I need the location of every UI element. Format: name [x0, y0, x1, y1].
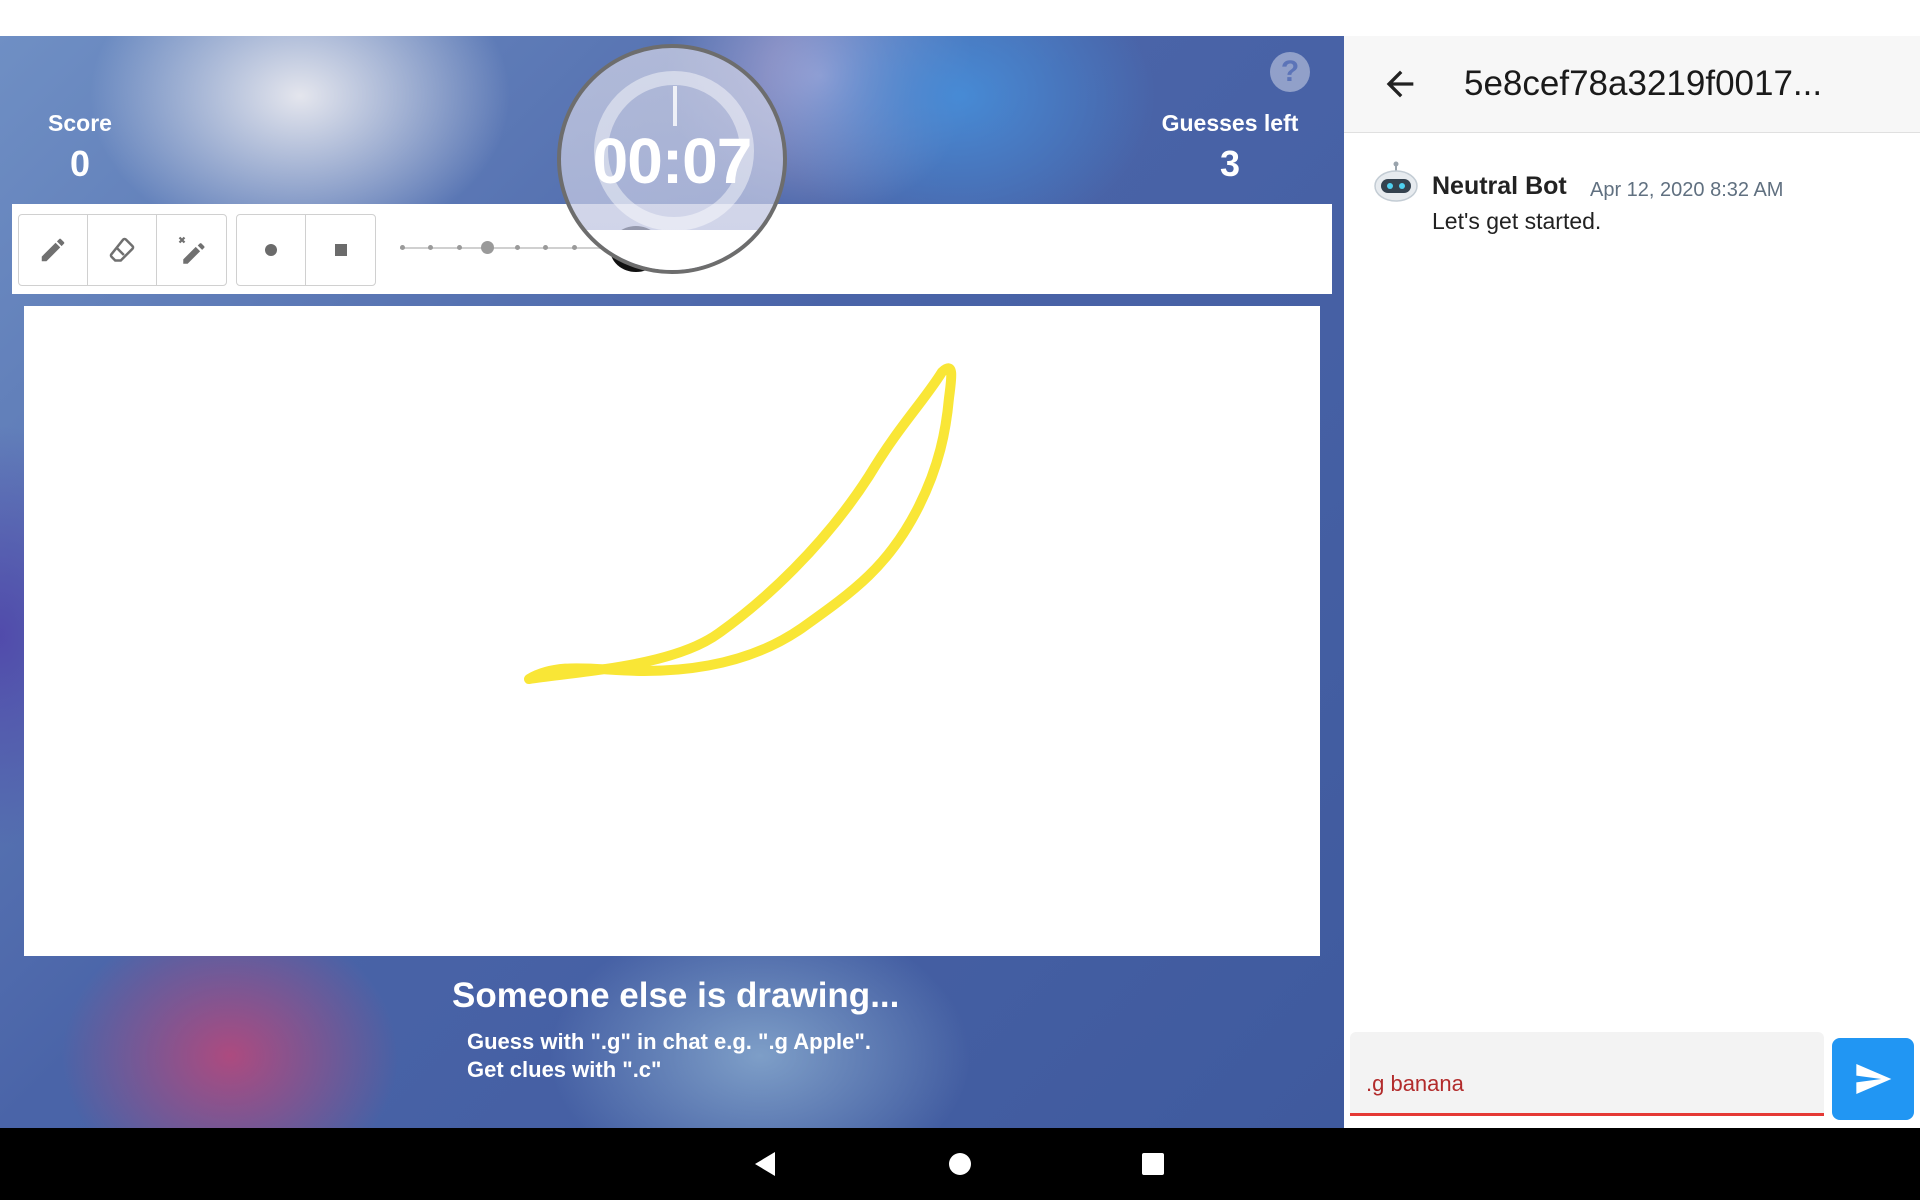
pencil-button[interactable] — [19, 215, 88, 285]
drawing-status-message: Someone else is drawing... — [452, 976, 900, 1015]
home-nav-icon[interactable] — [949, 1153, 971, 1175]
help-icon: ? — [1280, 55, 1300, 88]
bot-avatar — [1372, 160, 1420, 208]
size-step[interactable] — [457, 245, 462, 250]
timer-hand — [673, 86, 677, 126]
robot-icon — [1374, 161, 1418, 202]
size-step[interactable] — [515, 245, 520, 250]
message-timestamp: Apr 12, 2020 8:32 AM — [1590, 179, 1784, 201]
guesses-left-block: Guesses left 3 — [1150, 110, 1310, 185]
guesses-left-value: 3 — [1219, 143, 1241, 184]
score-label: Score — [48, 110, 112, 136]
back-arrow-icon — [1386, 70, 1414, 98]
round-timer: 00:07 — [557, 44, 787, 274]
chat-panel: 5e8cef78a3219f0017... Neutral Bot Apr 12… — [1344, 36, 1920, 1128]
back-button[interactable] — [1380, 64, 1420, 104]
drawing-canvas[interactable] — [24, 306, 1320, 956]
send-button[interactable] — [1832, 1038, 1914, 1120]
back-nav-icon[interactable] — [755, 1152, 775, 1176]
message-sender: Neutral Bot — [1432, 172, 1567, 200]
magic-pencil-icon — [178, 236, 204, 264]
recents-nav-icon[interactable] — [1142, 1153, 1164, 1175]
drawing-stroke — [524, 363, 957, 684]
eraser-icon — [109, 237, 135, 262]
message-input-container — [1350, 1032, 1824, 1116]
message-text: Let's get started. — [1432, 208, 1602, 234]
system-navigation-bar — [0, 1128, 1920, 1200]
size-step[interactable] — [400, 245, 405, 250]
tool-group — [18, 214, 227, 286]
circle-brush-icon — [265, 244, 277, 256]
square-brush-button[interactable] — [306, 215, 375, 285]
square-brush-icon — [334, 244, 347, 256]
guess-hint: Guess with ".g" in chat e.g. ".g Apple".… — [467, 1028, 871, 1084]
guess-hint-line: Guess with ".g" in chat e.g. ".g Apple". — [467, 1029, 871, 1054]
timer-toolbar-overlap — [561, 230, 783, 270]
eraser-button[interactable] — [88, 215, 157, 285]
size-slider-thumb[interactable] — [481, 241, 494, 254]
score-block: Score 0 — [40, 110, 120, 185]
chat-header: 5e8cef78a3219f0017... — [1344, 36, 1920, 133]
brush-shape-group — [236, 214, 376, 286]
clue-hint-line: Get clues with ".c" — [467, 1057, 662, 1082]
magic-pencil-button[interactable] — [157, 215, 226, 285]
size-step[interactable] — [543, 245, 548, 250]
help-button[interactable]: ? — [1270, 52, 1310, 92]
chat-title: 5e8cef78a3219f0017... — [1464, 64, 1823, 103]
score-value: 0 — [69, 143, 91, 184]
pencil-icon — [41, 238, 65, 262]
game-panel: Score 0 Guesses left 3 ? 00:07 Someone e… — [0, 36, 1344, 1128]
size-step[interactable] — [428, 245, 433, 250]
circle-brush-button[interactable] — [237, 215, 306, 285]
message-input[interactable] — [1366, 1064, 1806, 1104]
send-icon — [1856, 1064, 1892, 1094]
status-bar — [0, 0, 1920, 36]
timer-text: 00:07 — [592, 125, 753, 197]
guesses-left-label: Guesses left — [1161, 110, 1299, 136]
banana-drawing — [524, 363, 957, 684]
